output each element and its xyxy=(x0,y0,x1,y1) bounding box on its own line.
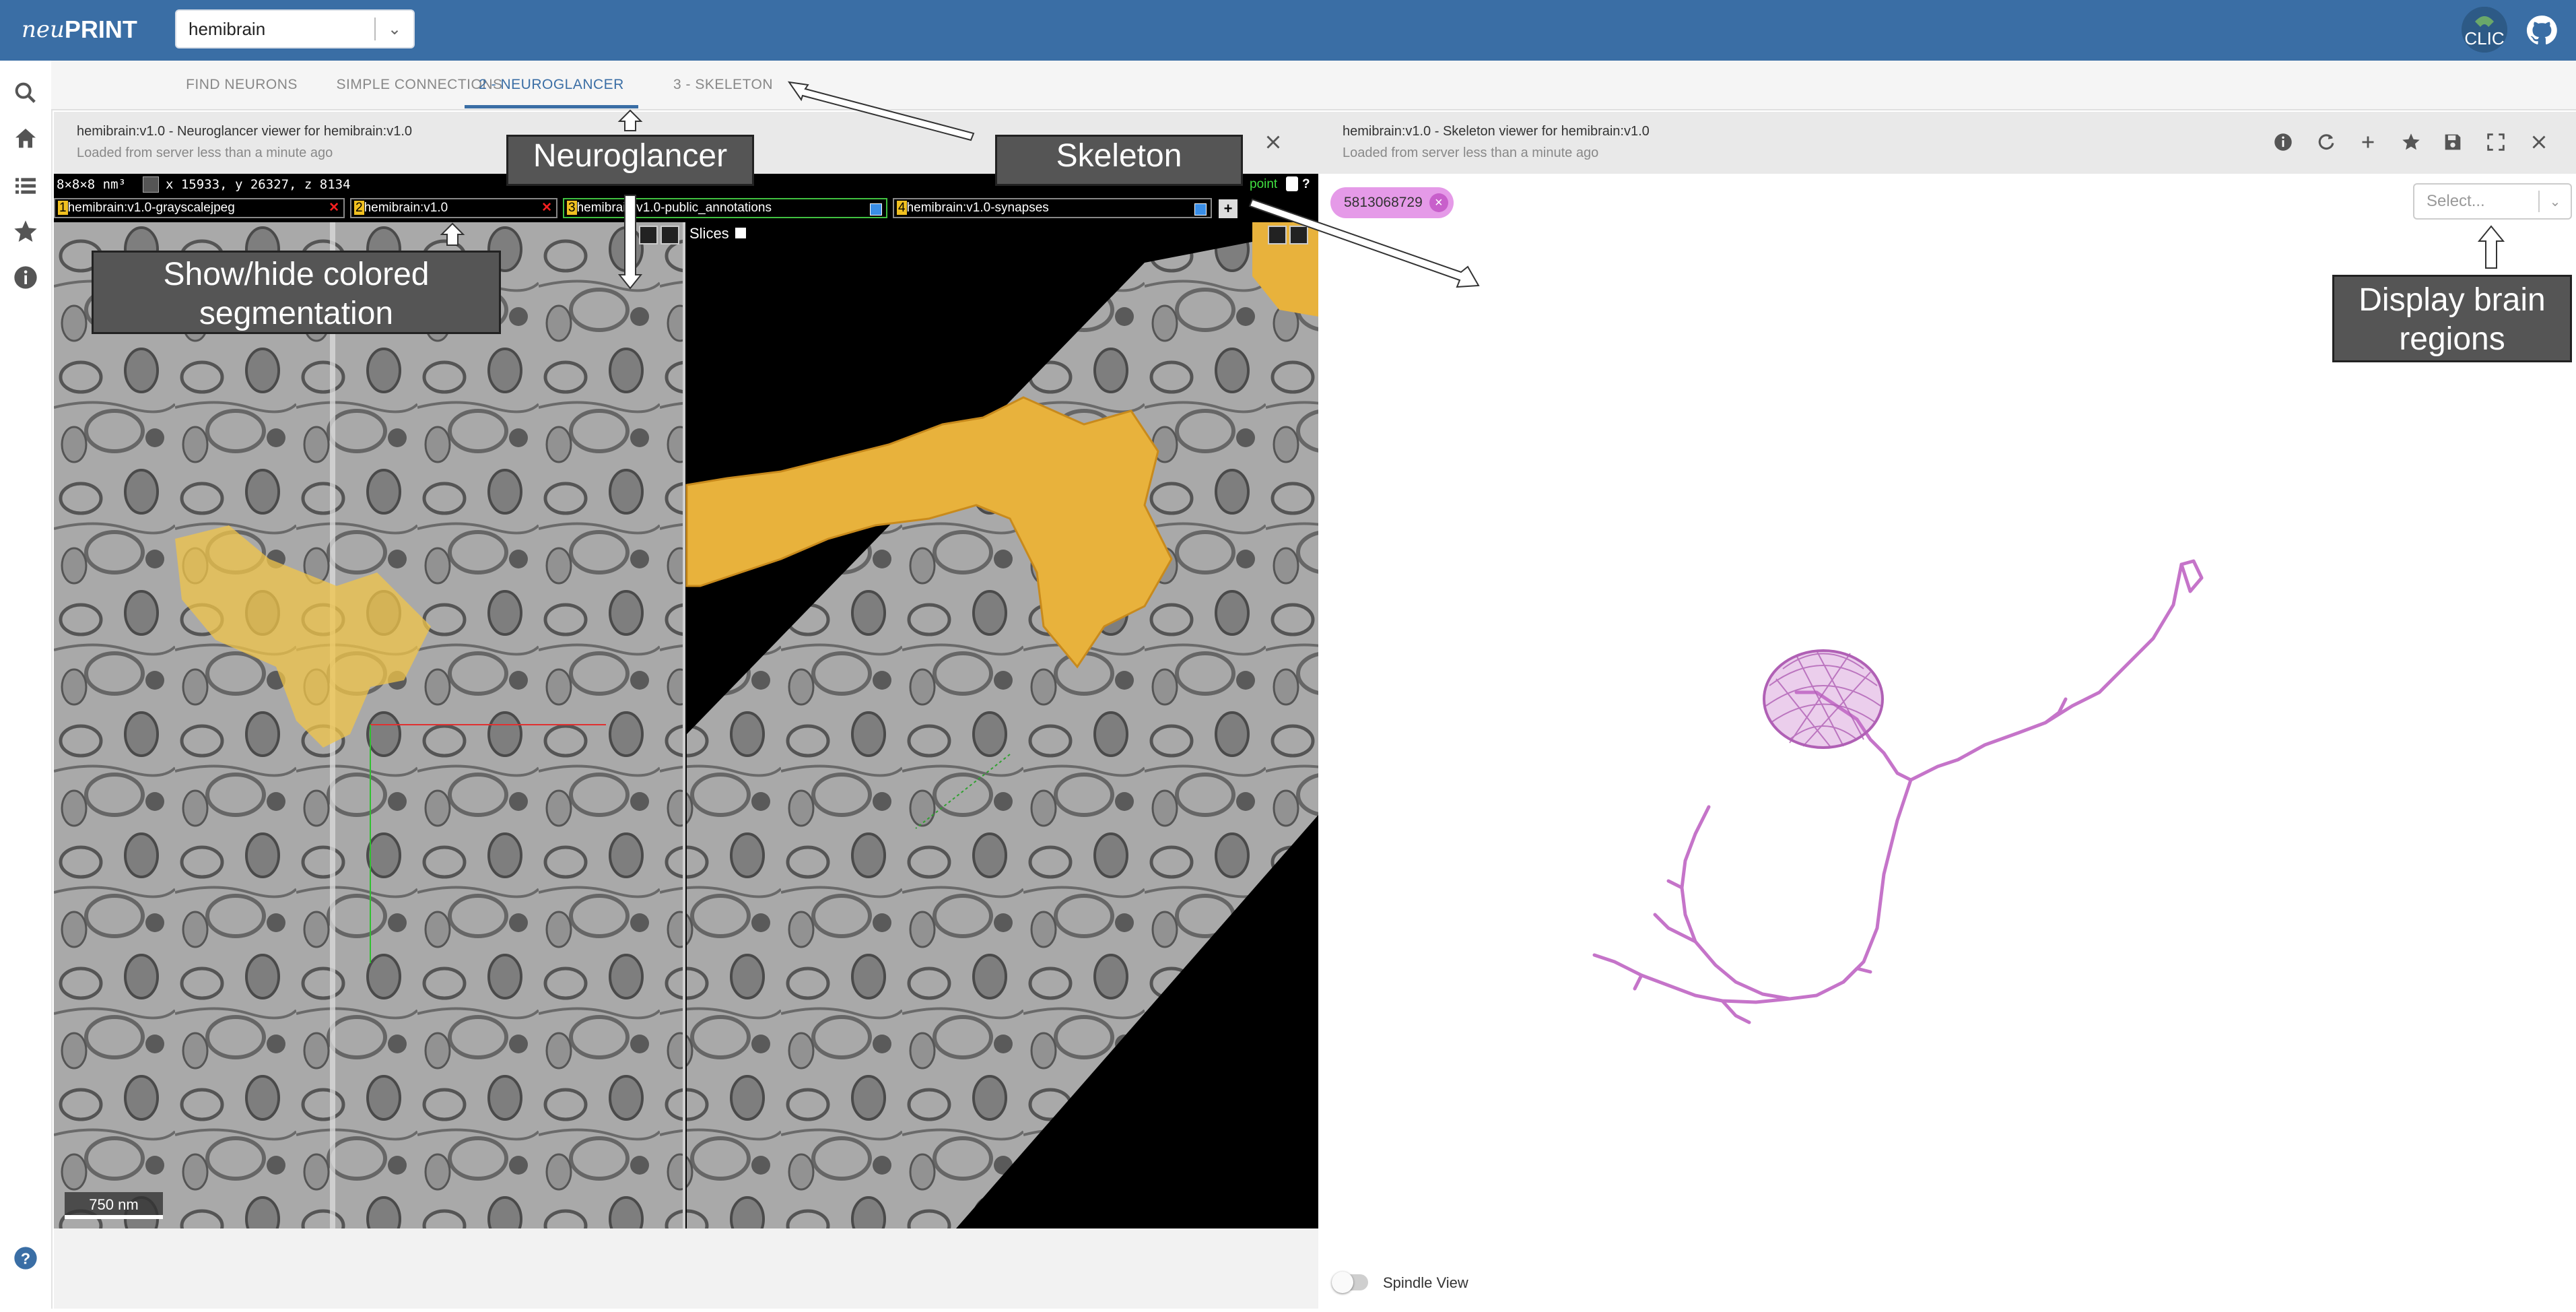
callout-neuroglancer: Neuroglancer xyxy=(506,135,754,186)
callout-brain-regions: Display brain regions xyxy=(2332,275,2572,362)
callout-brain-regions-line2: regions xyxy=(2399,321,2505,357)
callout-skeleton: Skeleton xyxy=(995,135,1243,186)
arrow-to-skeleton-tab-icon xyxy=(787,81,975,141)
callout-segmentation: Show/hide colored segmentation xyxy=(92,251,501,334)
arrow-up-icon xyxy=(440,222,465,246)
arrow-up-icon xyxy=(2477,225,2505,269)
callout-segmentation-line1: Show/hide colored xyxy=(163,257,430,292)
arrow-to-skeleton-view-icon xyxy=(1248,198,1480,288)
arrow-down-icon xyxy=(617,195,643,290)
callout-brain-regions-line1: Display brain xyxy=(2359,282,2546,318)
annotation-arrows xyxy=(440,81,2505,290)
arrow-up-icon xyxy=(617,109,643,131)
callout-segmentation-line2: segmentation xyxy=(199,296,394,331)
